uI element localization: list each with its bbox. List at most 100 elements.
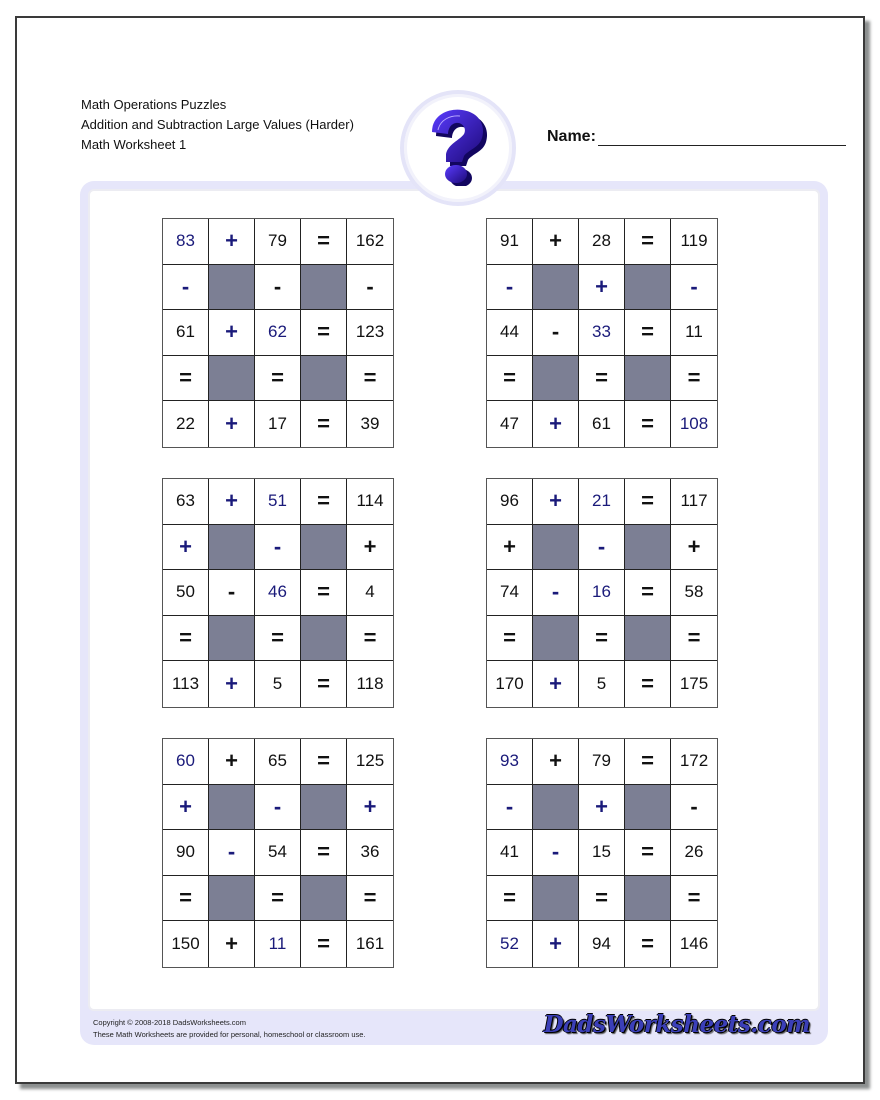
number-cell: 39 [360, 413, 380, 433]
operator-cell: + [209, 219, 255, 265]
operator-cell: = [579, 355, 625, 401]
operator-cell: - [487, 264, 533, 310]
operator-cell: = [255, 875, 301, 921]
operator-cell: = [625, 661, 671, 707]
operator-cell: - [209, 570, 255, 616]
number-cell: 114 [347, 479, 393, 525]
number-cell: 90 [163, 830, 209, 876]
operator-cell: + [487, 524, 533, 570]
operator-cell: - [579, 524, 625, 570]
logo-badge [400, 90, 516, 206]
operator-cell: = [625, 570, 671, 616]
question-mark-icon [432, 109, 488, 186]
operator-cell: = [301, 219, 347, 265]
operator-cell: - [163, 264, 209, 310]
number-cell: 108 [679, 413, 709, 433]
worksheet-number: Math Worksheet 1 [81, 137, 187, 152]
number-cell: 96 [487, 479, 533, 525]
operator-cell: = [301, 570, 347, 616]
number-cell: 54 [255, 830, 301, 876]
usage-text: These Math Worksheets are provided for p… [93, 1030, 366, 1039]
operator-cell: = [625, 921, 671, 967]
worksheet-header: Math Operations Puzzles Addition and Sub… [81, 95, 354, 155]
number-cell: 161 [355, 933, 385, 953]
operator-cell: = [301, 479, 347, 525]
worksheet-subtitle: Addition and Subtraction Large Values (H… [81, 117, 354, 132]
operator-cell: + [579, 264, 625, 310]
number-cell: 11 [255, 921, 301, 967]
number-cell: 46 [255, 570, 301, 616]
shaded-cell [625, 875, 671, 921]
number-cell: 91 [487, 219, 533, 265]
operator-cell: = [301, 661, 347, 707]
shaded-cell [301, 615, 347, 661]
operator-cell: + [533, 661, 579, 707]
operator-cell: = [625, 310, 671, 356]
number-cell: 52 [487, 921, 533, 967]
number-cell: 44 [487, 310, 533, 356]
operator-cell: - [533, 830, 579, 876]
operator-cell: + [163, 784, 209, 830]
operator-cell: = [255, 615, 301, 661]
operator-cell: + [209, 661, 255, 707]
operator-cell: = [625, 479, 671, 525]
name-field[interactable]: Name: [547, 128, 846, 146]
operator-cell: = [671, 616, 717, 661]
number-cell: 17 [255, 401, 301, 447]
brand-logo: DadsWorksheets.com [543, 1011, 811, 1038]
number-cell: 61 [579, 401, 625, 447]
operator-cell: + [533, 921, 579, 967]
operator-cell: = [625, 219, 671, 265]
operator-cell: = [579, 615, 625, 661]
shaded-cell [209, 524, 255, 570]
number-cell: 21 [579, 479, 625, 525]
number-cell: 47 [487, 401, 533, 447]
number-cell: 51 [255, 479, 301, 525]
number-cell: 123 [347, 310, 393, 356]
puzzle-grid: 63 +51 = 114 + - +50-46 = 4 = = = 113 +5 = 118 [162, 478, 394, 708]
operator-cell: - [671, 265, 717, 310]
number-cell: 5 [579, 661, 625, 707]
operator-cell: + [209, 739, 255, 785]
operator-cell: + [209, 479, 255, 525]
shaded-cell [209, 784, 255, 830]
name-label: Name: [547, 128, 596, 145]
operator-cell: + [163, 524, 209, 570]
operator-cell: = [163, 875, 209, 921]
number-cell: 36 [347, 830, 393, 876]
operator-cell: - [255, 784, 301, 830]
number-cell: 94 [579, 921, 625, 967]
name-input-line[interactable] [597, 129, 846, 146]
operator-cell: = [301, 310, 347, 356]
shaded-cell [533, 524, 579, 570]
operator-cell: - [533, 570, 579, 616]
operator-cell: + [533, 479, 579, 525]
operator-cell: + [347, 525, 393, 570]
shaded-cell [209, 355, 255, 401]
operator-cell: = [625, 739, 671, 785]
shaded-cell [533, 264, 579, 310]
operator-cell: + [671, 525, 717, 570]
operator-cell: = [487, 355, 533, 401]
number-cell: 33 [579, 310, 625, 356]
number-cell: 117 [671, 479, 717, 525]
operator-cell: + [209, 401, 255, 447]
shaded-cell [301, 355, 347, 401]
shaded-cell [533, 355, 579, 401]
number-cell: 170 [487, 661, 533, 707]
operator-cell: = [347, 356, 393, 401]
number-cell: 113 [163, 661, 209, 707]
worksheet-title: Math Operations Puzzles [81, 97, 227, 112]
operator-cell: - [255, 264, 301, 310]
number-cell: 11 [671, 310, 717, 356]
shaded-cell [625, 355, 671, 401]
number-cell: 79 [579, 739, 625, 785]
shaded-cell [301, 875, 347, 921]
number-cell: 16 [579, 570, 625, 616]
number-cell: 63 [163, 479, 209, 525]
operator-cell: = [347, 876, 393, 921]
footer-text: Copyright © 2008-2018 DadsWorksheets.com… [93, 1017, 366, 1041]
number-cell: 172 [671, 739, 717, 785]
worksheet-page: Math Operations Puzzles Addition and Sub… [15, 16, 865, 1084]
operator-cell: = [301, 830, 347, 876]
